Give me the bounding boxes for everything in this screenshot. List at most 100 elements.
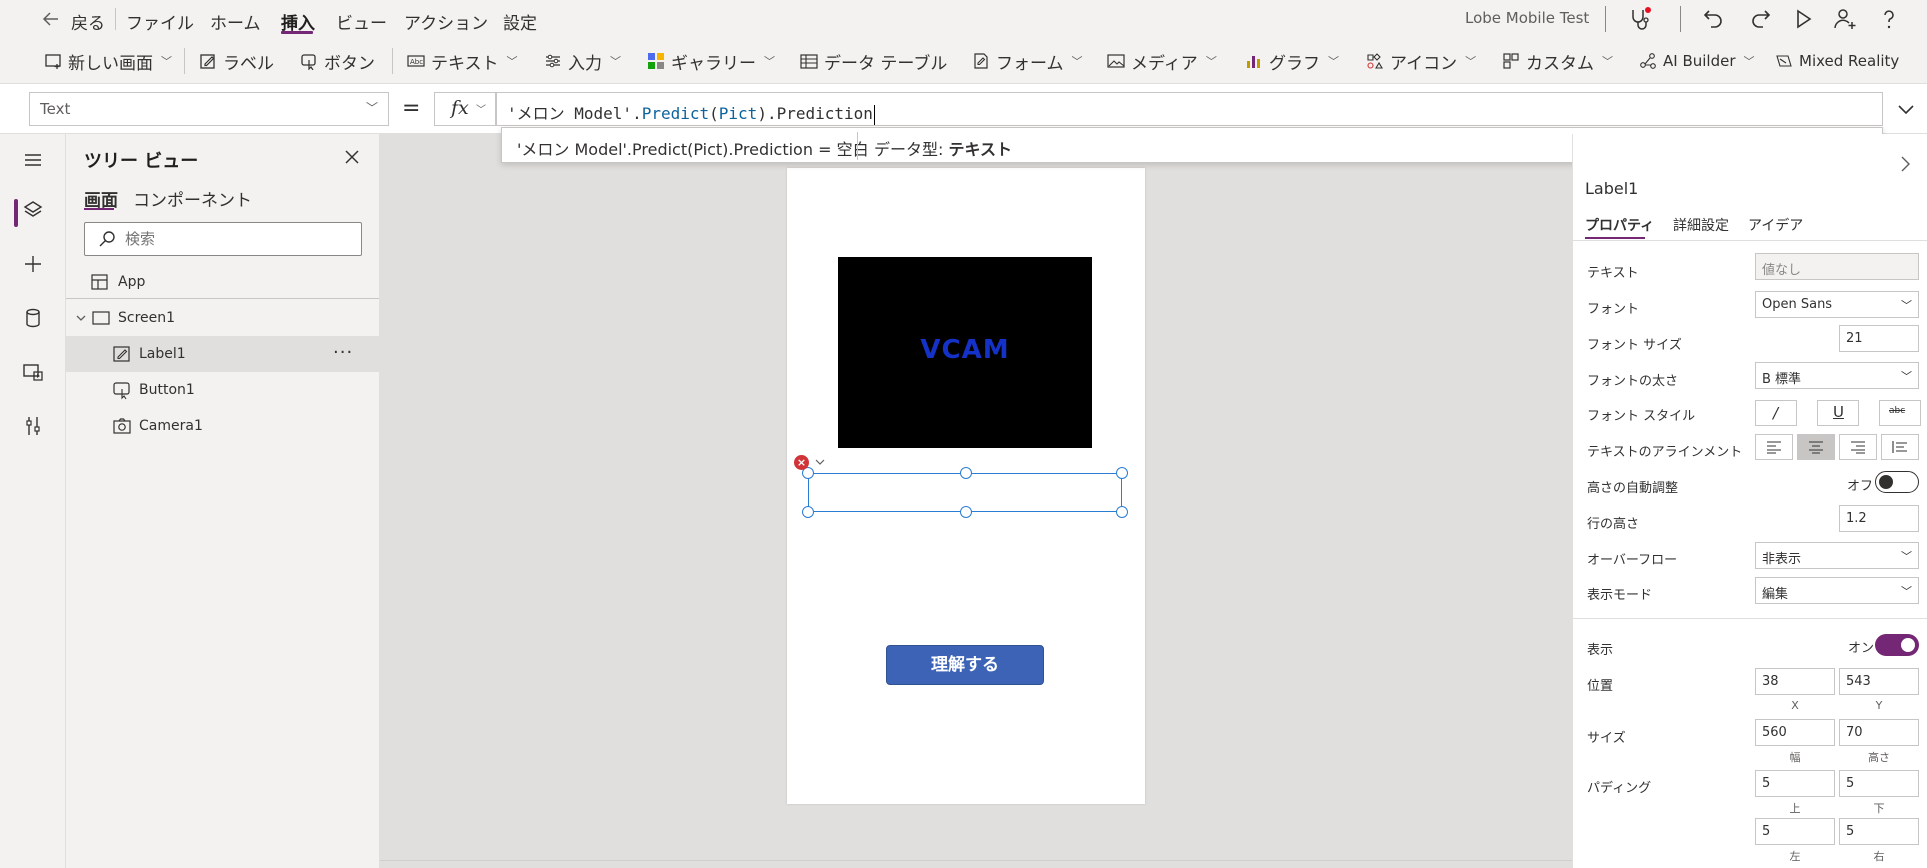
active-menu-underline	[281, 31, 313, 34]
line-height-input[interactable]: 1.2	[1839, 505, 1919, 532]
font-dropdown[interactable]: Open Sans ﹀	[1755, 291, 1919, 318]
position-x-input[interactable]: 38	[1755, 668, 1835, 695]
tab-properties[interactable]: プロパティ	[1585, 215, 1654, 235]
tree-item-label1[interactable]: Label1 ···	[66, 336, 379, 372]
tree-item-screen1[interactable]: Screen1	[66, 300, 379, 336]
understand-button[interactable]: 理解する	[886, 645, 1044, 685]
media-menu-button[interactable]: メディア ﹀	[1107, 49, 1217, 74]
divider	[392, 48, 393, 74]
menu-view[interactable]: ビュー	[336, 9, 387, 34]
font-size-input[interactable]: 21	[1839, 325, 1919, 352]
data-table-button[interactable]: データ テーブル	[800, 49, 947, 74]
chevron-right-icon[interactable]	[1895, 154, 1915, 174]
menu-file[interactable]: ファイル	[126, 9, 194, 34]
label-button[interactable]: ラベル	[199, 49, 274, 74]
height-input[interactable]: 70	[1839, 719, 1919, 746]
padding-top-input[interactable]: 5	[1755, 770, 1835, 797]
back-arrow-icon[interactable]	[42, 10, 60, 28]
custom-menu-button[interactable]: カスタム ﹀	[1502, 49, 1613, 74]
tab-components[interactable]: コンポーネント	[133, 186, 252, 211]
mixed-reality-menu-button[interactable]: Mixed Reality	[1775, 49, 1899, 73]
overflow-dropdown[interactable]: 非表示 ﹀	[1755, 542, 1919, 569]
canvas-status-bar	[380, 860, 1572, 868]
tab-advanced[interactable]: 詳細設定	[1673, 215, 1729, 235]
play-icon[interactable]	[1790, 6, 1816, 32]
app-checker-icon[interactable]	[1627, 6, 1653, 32]
media-icon[interactable]	[21, 360, 45, 384]
resize-handle[interactable]	[1116, 467, 1128, 479]
top-caption: 上	[1789, 802, 1801, 815]
close-icon[interactable]	[341, 146, 363, 168]
input-menu-button[interactable]: 入力 ﹀	[544, 49, 621, 74]
auto-height-toggle[interactable]	[1875, 471, 1919, 493]
padding-bottom-input[interactable]: 5	[1839, 770, 1919, 797]
underline-button[interactable]: U	[1817, 400, 1859, 426]
auto-height-state: オフ	[1847, 479, 1874, 494]
form-menu-button[interactable]: フォーム ﹀	[972, 49, 1083, 74]
formula-input[interactable]: 'メロン Model'.Predict(Pict).Prediction	[496, 92, 1883, 126]
tree-item-button1[interactable]: Button1	[66, 372, 379, 408]
chevron-down-icon[interactable]	[813, 456, 827, 468]
menu-action[interactable]: アクション	[404, 9, 488, 34]
toggle-knob	[1901, 638, 1915, 652]
collapse-chevron-icon[interactable]	[71, 308, 91, 328]
share-user-icon[interactable]	[1832, 6, 1858, 32]
chart-menu-button[interactable]: グラフ ﹀	[1245, 49, 1339, 74]
strikethrough-button[interactable]: abc	[1879, 400, 1921, 426]
display-mode-dropdown[interactable]: 編集 ﹀	[1755, 577, 1919, 604]
width-input[interactable]: 560	[1755, 719, 1835, 746]
padding-left-input[interactable]: 5	[1755, 818, 1835, 845]
font-weight-dropdown[interactable]: B 標準 ﹀	[1755, 362, 1919, 389]
text-menu-button[interactable]: Abc テキスト ﹀	[407, 49, 518, 74]
tree-item-app[interactable]: App	[66, 264, 379, 300]
tree-item-label: Screen1	[118, 310, 176, 326]
data-cylinder-icon[interactable]	[21, 306, 45, 330]
button-button[interactable]: ボタン	[300, 49, 375, 74]
resize-handle[interactable]	[1116, 506, 1128, 518]
gallery-menu-button[interactable]: ギャラリー ﹀	[647, 49, 775, 74]
tree-item-camera1[interactable]: Camera1	[66, 408, 379, 444]
gallery-menu-label: ギャラリー	[671, 53, 756, 74]
error-badge-icon[interactable]: ×	[794, 455, 809, 470]
align-justify-button[interactable]	[1881, 434, 1919, 460]
chevron-down-icon: ﹀	[161, 55, 172, 68]
tree-search-input[interactable]	[84, 222, 362, 256]
screen-icon	[91, 308, 111, 328]
menu-bar: 戻る ファイル ホーム 挿入 ビュー アクション 設定 Lobe Mobile …	[0, 0, 1927, 38]
visible-toggle[interactable]	[1875, 634, 1919, 656]
menu-home[interactable]: ホーム	[210, 9, 261, 34]
back-button[interactable]: 戻る	[71, 9, 105, 34]
menu-settings[interactable]: 設定	[503, 9, 537, 34]
control-name[interactable]: Label1	[1585, 179, 1638, 198]
hamburger-menu-icon[interactable]	[21, 148, 45, 172]
more-options-icon[interactable]: ···	[333, 342, 353, 363]
expand-formula-bar-icon[interactable]	[1893, 96, 1919, 122]
text-prop-input[interactable]: 値なし	[1755, 253, 1919, 280]
undo-icon[interactable]	[1701, 6, 1727, 32]
tab-ideas[interactable]: アイデア	[1748, 215, 1803, 235]
tree-view-layers-icon[interactable]	[21, 198, 45, 222]
align-left-button[interactable]	[1755, 434, 1793, 460]
new-screen-button[interactable]: 新しい画面 ﹀	[44, 49, 172, 74]
italic-button[interactable]: /	[1755, 400, 1797, 426]
position-y-input[interactable]: 543	[1839, 668, 1919, 695]
active-tab-underline	[1585, 237, 1645, 239]
advanced-tools-icon[interactable]	[21, 414, 45, 438]
ai-builder-menu-button[interactable]: AI Builder ﹀	[1639, 49, 1755, 73]
selected-label-control[interactable]	[802, 467, 1128, 518]
display-mode-value: 編集	[1762, 587, 1789, 602]
padding-right-input[interactable]: 5	[1839, 818, 1919, 845]
divider	[66, 298, 379, 299]
insert-plus-icon[interactable]	[21, 252, 45, 276]
help-icon[interactable]	[1876, 6, 1902, 32]
resize-handle[interactable]	[960, 506, 972, 518]
align-right-button[interactable]	[1839, 434, 1877, 460]
align-center-button[interactable]	[1797, 434, 1835, 460]
icons-menu-button[interactable]: アイコン ﹀	[1366, 49, 1476, 74]
resize-handle[interactable]	[802, 506, 814, 518]
property-dropdown[interactable]: Text ﹀	[29, 92, 389, 126]
redo-icon[interactable]	[1747, 6, 1773, 32]
divider	[115, 8, 116, 30]
fx-button[interactable]: fx ﹀	[434, 92, 496, 126]
resize-handle[interactable]	[960, 467, 972, 479]
